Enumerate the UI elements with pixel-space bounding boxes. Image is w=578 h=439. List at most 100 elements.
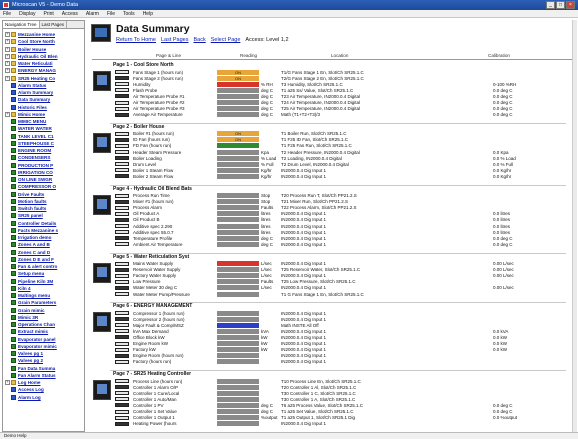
expand-icon[interactable] — [5, 155, 10, 160]
data-row[interactable]: Controller 1 Cure/Local T30 Controller 1 … — [113, 390, 571, 396]
expand-icon[interactable] — [5, 141, 10, 146]
data-row[interactable]: Factory kW kW IN2000.0.4 Dig Input 1 0.0 kW — [113, 347, 571, 353]
tree-item[interactable]: Alarm Summary — [5, 89, 84, 96]
expand-icon[interactable] — [5, 395, 10, 400]
expand-icon[interactable] — [5, 163, 10, 168]
tree-item[interactable]: Zones D E and F — [5, 256, 84, 263]
expand-icon[interactable] — [5, 250, 10, 255]
data-row[interactable]: Mixer #1 (hours run) Stop T21 Mixer Run, S… — [113, 199, 571, 205]
tree-item[interactable]: Drive Faults — [5, 191, 84, 198]
expand-icon[interactable] — [5, 358, 10, 363]
expand-icon[interactable] — [5, 192, 10, 197]
expand-icon[interactable] — [5, 177, 10, 182]
expand-icon[interactable]: + — [5, 111, 10, 117]
expand-icon[interactable] — [5, 373, 10, 378]
data-row[interactable]: Air Temperature Probe #3 deg C T25 Air Tem… — [113, 106, 571, 112]
maximize-icon[interactable]: □ — [556, 1, 565, 9]
tree-item[interactable]: Extract mimic — [5, 328, 84, 335]
expand-icon[interactable]: + — [5, 46, 10, 52]
data-row[interactable]: Boiler Loading % Load T2 Loading, IN2000.0… — [113, 155, 571, 161]
expand-icon[interactable]: + — [5, 380, 10, 386]
data-row[interactable]: Process Run Time Stop T20 Process Run T, S… — [113, 193, 571, 199]
data-row[interactable]: Engine Room (hours run) IN2000.0.4 Dig In… — [113, 353, 571, 359]
expand-icon[interactable] — [5, 206, 10, 211]
tree-item[interactable]: ENGINE ROOM — [5, 147, 84, 154]
expand-icon[interactable]: + — [5, 53, 10, 59]
tree-item[interactable]: Irrigation demo — [5, 234, 84, 241]
expand-icon[interactable] — [5, 199, 10, 204]
tree-item[interactable]: STEEPHOUSE C — [5, 140, 84, 147]
tree-item[interactable]: MIMIC MENU — [5, 118, 84, 125]
tree-item[interactable]: Data Summary — [5, 96, 84, 103]
expand-icon[interactable] — [5, 366, 10, 371]
tree-item[interactable]: CONDENSERS — [5, 154, 84, 161]
expand-icon[interactable] — [5, 300, 10, 305]
data-row[interactable]: Header Steam Pressure Kpa T2 Header Pressu… — [113, 149, 571, 155]
data-row[interactable]: Drum Level % Full T2 Drum Level, IN2000.0.… — [113, 161, 571, 167]
expand-icon[interactable]: + — [5, 75, 10, 81]
tree-item[interactable]: Historic Files — [5, 104, 84, 111]
tree-item[interactable]: Access Log — [5, 386, 84, 393]
tree-item[interactable]: + Mezzanine Home — [5, 31, 84, 38]
tree-item[interactable]: ON LINE SWGR — [5, 176, 84, 183]
tab-last-pages[interactable]: Last Pages — [40, 21, 68, 28]
expand-icon[interactable] — [5, 308, 10, 313]
expand-icon[interactable] — [5, 286, 10, 291]
expand-icon[interactable] — [5, 264, 10, 269]
tree-item[interactable]: Evaporator panel — [5, 336, 84, 343]
data-row[interactable]: Oil Product B litres IN2000.0.4 Dig Input … — [113, 217, 571, 223]
tree-item[interactable]: Fan Alarm Status — [5, 372, 84, 379]
expand-icon[interactable] — [5, 228, 10, 233]
expand-icon[interactable] — [5, 97, 10, 102]
expand-icon[interactable] — [5, 329, 10, 334]
minimize-icon[interactable]: _ — [546, 1, 555, 9]
data-row[interactable]: Reservoir Water Supply L/sec T25 Reservoir… — [113, 267, 571, 273]
data-row[interactable]: Air Temperature Probe #2 deg C T24 Air Tem… — [113, 100, 571, 106]
expand-icon[interactable] — [5, 170, 10, 175]
tree-item[interactable]: + Hydraulic Oil Blen — [5, 53, 84, 60]
tree-item[interactable]: Zones C and D — [5, 249, 84, 256]
data-row[interactable]: Factory Water Supply L/sec IN2000.0.4 Dig … — [113, 273, 571, 279]
tree-item[interactable]: + Boiler House — [5, 46, 84, 53]
tree-item[interactable]: Grain Parameters — [5, 299, 84, 306]
page-thumbnail-icon[interactable] — [93, 132, 111, 153]
menu-item-alarm[interactable]: Alarm — [86, 11, 99, 17]
vertical-scrollbar[interactable] — [572, 20, 577, 432]
data-row[interactable]: Process Line (hours run) T10 Process Line… — [113, 378, 571, 384]
menu-item-display[interactable]: Display — [19, 11, 35, 17]
data-row[interactable]: Controller 1 Auto/Man T30 Controller 1 A,… — [113, 396, 571, 402]
data-row[interactable]: Compressor 2 (hours run) IN2000.0.4 Dig I… — [113, 316, 571, 322]
tree-item[interactable]: Alarm Status — [5, 82, 84, 89]
expand-icon[interactable] — [5, 134, 10, 139]
data-row[interactable]: Boiler 1 Steam Flow Kg/hr IN2000.0.4 Dig I… — [113, 167, 571, 173]
data-row[interactable]: Factory (hours run) IN2000.0.4 Dig Input … — [113, 359, 571, 365]
section-title[interactable]: Page 4 - Hydraulic Oil Blend Bats — [113, 186, 192, 192]
data-row[interactable]: Additive spec 2.290 litres IN2000.0.4 Dig … — [113, 223, 571, 229]
data-row[interactable]: Major Fault & Comp/MSZ Math INSTE All Off — [113, 322, 571, 328]
expand-icon[interactable] — [5, 279, 10, 284]
tree-item[interactable]: Motion faults — [5, 198, 84, 205]
data-row[interactable]: Controller 1 Set Value deg C T1 a25 Set Va… — [113, 409, 571, 415]
menu-item-help[interactable]: Help — [143, 11, 153, 17]
data-row[interactable]: Office Block kW kW IN2000.0.4 Dig Input 1 0… — [113, 334, 571, 340]
expand-icon[interactable] — [5, 83, 10, 88]
data-row[interactable]: Water Meter Pump/Pressure T1 G Fans Stage… — [113, 291, 571, 297]
data-row[interactable]: Oil Product A litres IN2000.0.4 Dig Input … — [113, 211, 571, 217]
tree-item[interactable]: + SR25 Heating Co — [5, 75, 84, 82]
data-row[interactable]: Humidity % RH T3 Humidity, Slot/Ch SR25.1.… — [113, 81, 571, 87]
menu-item-print[interactable]: Print — [43, 11, 53, 17]
data-row[interactable]: Compressor 1 (hours run) IN2000.0.4 Dig I… — [113, 310, 571, 316]
tree-item[interactable]: Fan & alert contro — [5, 263, 84, 270]
section-title[interactable]: Page 1 - Cool Store North — [113, 62, 174, 68]
data-row[interactable]: Flash Probe deg C T1 a25 Ss/ Value, Slot/C… — [113, 87, 571, 93]
data-row[interactable]: kVA Max Demand kVA IN2000.0.4 Dig Input 1 0… — [113, 328, 571, 334]
tree-item[interactable]: Evaporator mimic — [5, 343, 84, 350]
section-title[interactable]: Page 6 - ENERGY MANAGEMENT — [113, 303, 192, 309]
expand-icon[interactable] — [5, 242, 10, 247]
menu-item-file-2[interactable]: File — [107, 11, 115, 17]
tree-item[interactable]: TANK LEVEL C1 — [5, 133, 84, 140]
expand-icon[interactable] — [5, 322, 10, 327]
menu-item-access[interactable]: Access — [62, 11, 78, 17]
page-thumbnail-icon[interactable] — [93, 312, 111, 333]
data-row[interactable]: Low Pressure Faults T25 Low Pressure, Slot… — [113, 279, 571, 285]
